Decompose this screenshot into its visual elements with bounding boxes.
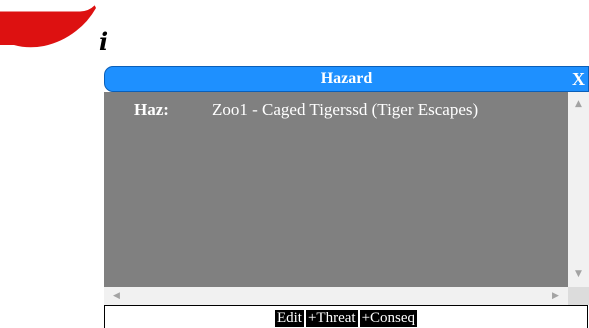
edit-button[interactable]: Edit (274, 310, 304, 327)
panel-title: Hazard (320, 70, 373, 87)
scroll-right-icon[interactable]: ▶ (547, 287, 564, 305)
scroll-up-icon[interactable]: ▲ (568, 96, 589, 113)
scrollbar-corner (568, 287, 589, 305)
info-icon[interactable]: i (99, 30, 108, 54)
close-button[interactable]: X (572, 69, 585, 90)
hazard-content-area: Haz: Zoo1 - Caged Tigerssd (Tiger Escapes… (104, 92, 589, 287)
add-threat-button[interactable]: +Threat (305, 310, 358, 327)
horizontal-scrollbar[interactable]: ◀ ▶ (104, 287, 568, 305)
stage: i Hazard X Haz: Zoo1 - Caged Tigerssd (Ti… (0, 0, 589, 328)
hazard-row: Haz: Zoo1 - Caged Tigerssd (Tiger Escapes… (134, 100, 478, 120)
vertical-scrollbar[interactable]: ▲ ▼ (568, 92, 589, 287)
scroll-left-icon[interactable]: ◀ (108, 287, 125, 305)
scroll-down-icon[interactable]: ▼ (568, 266, 589, 283)
action-bar: Edit +Threat +Conseq (104, 305, 588, 328)
haz-value: Zoo1 - Caged Tigerssd (Tiger Escapes) (212, 100, 479, 119)
hazard-panel: Hazard X Haz: Zoo1 - Caged Tigerssd (Tige… (104, 66, 589, 328)
panel-title-bar: Hazard X (104, 66, 589, 92)
add-conseq-button[interactable]: +Conseq (359, 310, 418, 327)
red-swoosh-graphic (0, 2, 96, 48)
haz-label: Haz: (134, 100, 169, 119)
